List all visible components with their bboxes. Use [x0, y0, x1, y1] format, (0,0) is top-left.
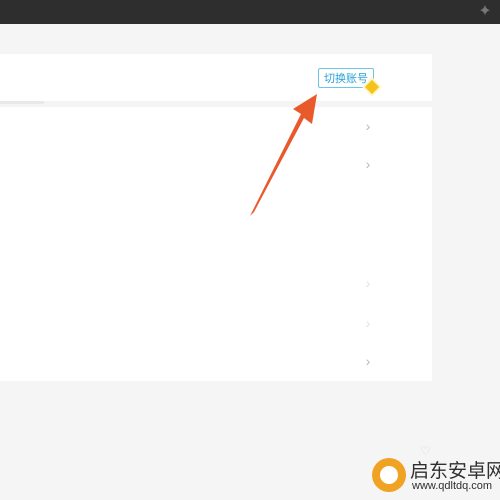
- chevron-right-icon: ›: [365, 156, 371, 172]
- divider: [0, 101, 44, 104]
- watermark-title: 启东安卓网: [410, 460, 500, 482]
- account-panel: 切换账号 › › › › ›: [0, 54, 432, 381]
- menu-row[interactable]: ›: [0, 107, 432, 145]
- account-header: 切换账号: [0, 54, 432, 107]
- row-value: [286, 237, 370, 249]
- watermark: 启东安卓网 www.qdltdq.com: [372, 452, 500, 496]
- chevron-right-icon: ›: [365, 353, 371, 369]
- menu-row[interactable]: [0, 224, 432, 262]
- chevron-right-icon: ›: [365, 315, 371, 331]
- menu-row[interactable]: ›: [0, 145, 432, 183]
- menu-row[interactable]: ›: [0, 264, 432, 302]
- menu-row[interactable]: ›: [0, 342, 432, 380]
- watermark-url: www.qdltdq.com: [412, 480, 493, 492]
- watermark-logo-icon: [372, 458, 406, 492]
- sparkle-icon[interactable]: ✦: [476, 3, 494, 21]
- chevron-right-icon: ›: [365, 275, 371, 291]
- menu-row[interactable]: ›: [0, 304, 432, 342]
- chevron-right-icon: ›: [365, 118, 371, 134]
- top-bar: ✦: [0, 0, 500, 24]
